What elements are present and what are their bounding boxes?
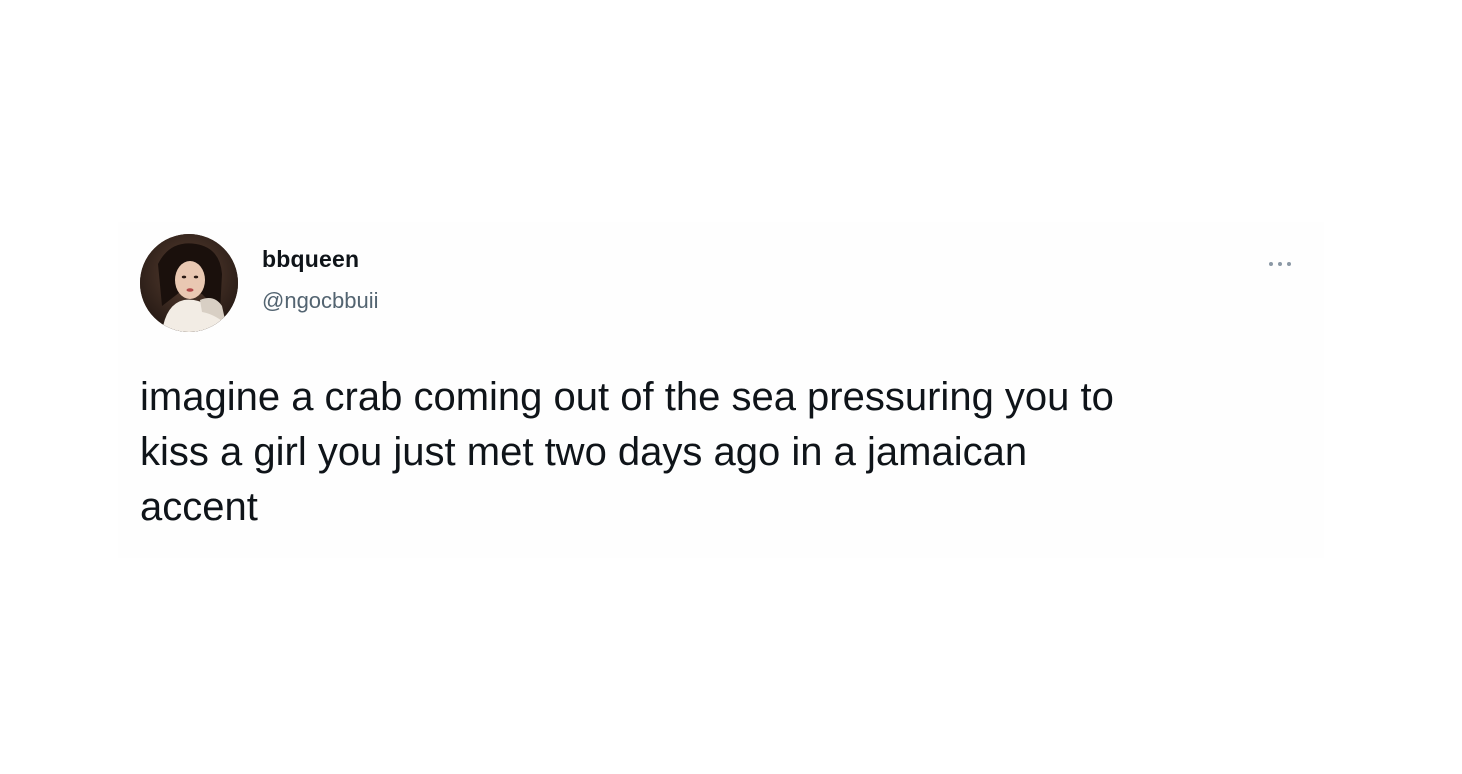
more-options-button[interactable] xyxy=(1258,250,1302,278)
tweet-card[interactable]: bbqueen @ngocbbuii imagine a crab coming… xyxy=(118,222,1324,558)
avatar[interactable] xyxy=(140,234,238,332)
tweet-text: imagine a crab coming out of the sea pre… xyxy=(140,375,1114,529)
page: bbqueen @ngocbbuii imagine a crab coming… xyxy=(0,0,1462,774)
profile-photo-icon xyxy=(140,234,238,332)
display-name[interactable]: bbqueen xyxy=(262,246,359,273)
user-handle[interactable]: @ngocbbuii xyxy=(262,288,379,314)
more-options-icon xyxy=(1269,262,1273,266)
